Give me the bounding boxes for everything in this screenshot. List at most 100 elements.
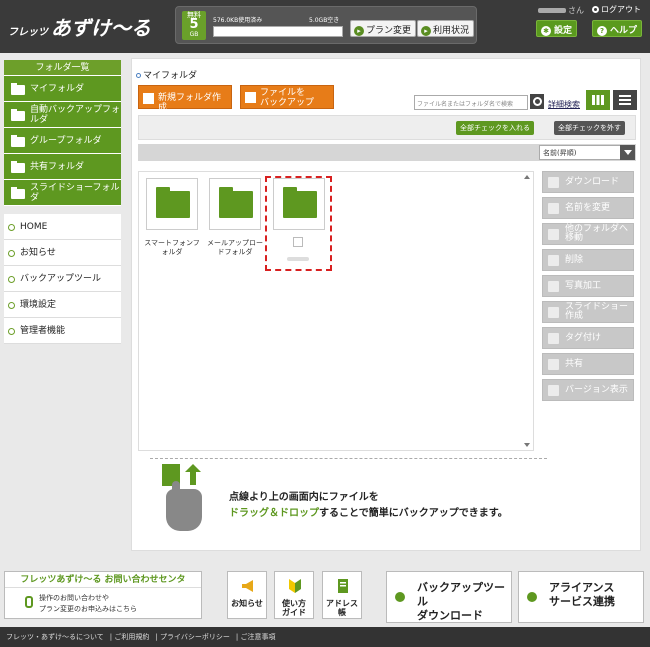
rename-button[interactable]: 名前を変更 — [542, 197, 634, 219]
nav-news[interactable]: お知らせ — [4, 240, 121, 266]
scroll-down-icon[interactable] — [524, 443, 530, 447]
contact-subtext: 操作のお問い合わせやプラン変更のお申込みはこちら — [39, 593, 137, 615]
news-label: お知らせ — [231, 599, 263, 608]
arrow-icon — [395, 592, 405, 602]
tool-label: 他のフォルダへ移動 — [565, 224, 629, 243]
phone-icon — [25, 596, 33, 608]
arrow-icon: ▸ — [354, 25, 364, 36]
gb-value: 5 — [189, 17, 199, 32]
address-book-button[interactable]: アドレス帳 — [322, 571, 362, 619]
nav-settings[interactable]: 環境設定 — [4, 292, 121, 318]
main-panel: マイフォルダ 新規フォルダ作成 ファイルを バックアップ ファイル名またはフォルダ… — [131, 58, 641, 551]
beginner-mark-icon — [289, 579, 301, 593]
plan-change-button[interactable]: ▸ プラン変更 — [350, 20, 417, 37]
download-icon — [548, 177, 559, 188]
logout-label: ログアウト — [601, 5, 641, 14]
smartphone-folder-icon — [156, 187, 190, 218]
footer-link-notes[interactable]: ご注意事項 — [240, 633, 275, 641]
download-button[interactable]: ダウンロード — [542, 171, 634, 193]
footer-link-privacy[interactable]: プライバシーポリシー — [160, 633, 230, 641]
slideshow-button[interactable]: スライドショー作成 — [542, 301, 634, 323]
alliance-label-1: アライアンス — [549, 581, 615, 594]
contact-sub-1: 操作のお問い合わせや — [39, 594, 109, 602]
folder-icon — [11, 109, 25, 121]
move-folder-icon — [548, 229, 559, 240]
advanced-search-link[interactable]: 詳細検索 — [548, 99, 580, 110]
nav-home[interactable]: HOME — [4, 214, 121, 240]
tool-label: タグ付け — [565, 332, 602, 343]
contact-sub-2: プラン変更のお申込みはこちら — [39, 605, 137, 613]
move-button[interactable]: 他のフォルダへ移動 — [542, 223, 634, 245]
guide-label-1: 使い方 — [282, 599, 306, 608]
user-name: さん — [538, 5, 584, 16]
logo-small: フレッツ — [8, 27, 48, 38]
file-backup-label-1: ファイルを — [260, 88, 306, 98]
grid-view-icon[interactable] — [586, 90, 610, 110]
guide-button[interactable]: 使い方 ガイド — [274, 571, 314, 619]
plan-panel: 無料 5 GB 576.0KB使用済み 5.0GB空き ▸ プラン変更 ▸ 利用状況 — [175, 6, 477, 44]
app-logo[interactable]: フレッツ あずけ〜る — [8, 12, 151, 41]
usage-bar — [213, 26, 343, 37]
tag-icon — [548, 333, 559, 344]
share-button[interactable]: 共有 — [542, 353, 634, 375]
backup-tool-label-1: バックアップツール — [417, 581, 505, 608]
footer-link-terms[interactable]: ご利用規約 — [114, 633, 149, 641]
usage-status-label: 利用状況 — [433, 26, 470, 36]
photo-edit-button[interactable]: 写真加工 — [542, 275, 634, 297]
nav-backup-tool[interactable]: バックアップツール — [4, 266, 121, 292]
folder-label-mail: メールアップロードフォルダ — [207, 239, 263, 256]
usage-status-button[interactable]: ▸ 利用状況 — [417, 20, 475, 37]
backup-tool-download-button[interactable]: バックアップツール ダウンロード — [386, 571, 512, 623]
file-backup-label-2: バックアップ — [260, 98, 315, 108]
folder-tile-smartphone[interactable] — [146, 178, 198, 230]
logo-large: あずけ〜る — [50, 16, 151, 40]
contact-center-box[interactable]: フレッツあずけ〜る お問い合わせセンタ 操作のお問い合わせや プラン変更のお申込み… — [4, 571, 202, 619]
free-text: 5.0GB空き — [309, 17, 340, 24]
camera-icon — [548, 281, 559, 292]
tool-label: 削除 — [565, 254, 584, 265]
sidebar-folder-shared[interactable]: 共有フォルダ — [4, 154, 121, 180]
sort-select[interactable]: 名前(昇順) — [539, 145, 626, 160]
folder-tile-mail[interactable] — [209, 178, 261, 230]
news-button[interactable]: お知らせ — [227, 571, 267, 619]
sidebar-folder-slideshow[interactable]: スライドショーフォルダ — [4, 180, 121, 206]
sidebar-folder-auto-backup[interactable]: 自動バックアップフォルダ — [4, 102, 121, 128]
delete-button[interactable]: 削除 — [542, 249, 634, 271]
sidebar-folder-group[interactable]: グループフォルダ — [4, 128, 121, 154]
guide-label-2: ガイド — [282, 608, 306, 617]
check-all-button[interactable]: 全部チェックを入れる — [456, 121, 534, 135]
alliance-service-button[interactable]: アライアンス サービス連携 — [518, 571, 644, 623]
drag-drop-illustration — [158, 459, 214, 541]
user-suffix: さん — [568, 6, 584, 15]
scroll-up-icon[interactable] — [524, 175, 530, 179]
folder-checkbox[interactable] — [293, 237, 303, 247]
mail-folder-icon — [219, 187, 253, 218]
address-label-1: アドレス — [326, 599, 358, 608]
scrollbar[interactable] — [522, 171, 532, 451]
used-text: 576.0KB使用済み — [213, 17, 263, 24]
footer: フレッツ・あずけ〜るについて | ご利用規約 | プライバシーポリシー | ご注意事項 — [0, 627, 650, 647]
gb-unit: GB — [189, 31, 199, 38]
footer-link-about[interactable]: フレッツ・あずけ〜るについて — [6, 633, 104, 641]
breadcrumb-label: マイフォルダ — [143, 71, 198, 81]
help-button[interactable]: ? ヘルプ — [592, 20, 643, 37]
search-icon[interactable] — [530, 94, 544, 109]
sidebar-folder-my[interactable]: マイフォルダ — [4, 76, 121, 102]
bullet-icon — [136, 73, 141, 78]
power-icon — [592, 6, 599, 13]
trash-icon — [548, 255, 559, 266]
list-view-icon[interactable] — [613, 90, 637, 110]
search-input[interactable]: ファイル名またはフォルダ名で検索 — [414, 95, 528, 110]
new-folder-button[interactable]: 新規フォルダ作成 — [138, 85, 232, 113]
chevron-down-icon[interactable] — [620, 145, 635, 160]
logout-link[interactable]: ログアウト — [592, 4, 641, 15]
file-backup-button[interactable]: ファイルを バックアップ — [240, 85, 334, 109]
nav-admin[interactable]: 管理者機能 — [4, 318, 121, 344]
uncheck-all-button[interactable]: 全部チェックを外す — [554, 121, 625, 135]
settings-button[interactable]: ✱ 設定 — [536, 20, 578, 37]
version-button[interactable]: バージョン表示 — [542, 379, 634, 401]
folder-label-smartphone: スマートフォンフォルダ — [144, 239, 200, 256]
gear-icon: ✱ — [541, 25, 551, 36]
tag-button[interactable]: タグ付け — [542, 327, 634, 349]
sidebar-nav: HOME お知らせ バックアップツール 環境設定 管理者機能 — [4, 214, 121, 344]
